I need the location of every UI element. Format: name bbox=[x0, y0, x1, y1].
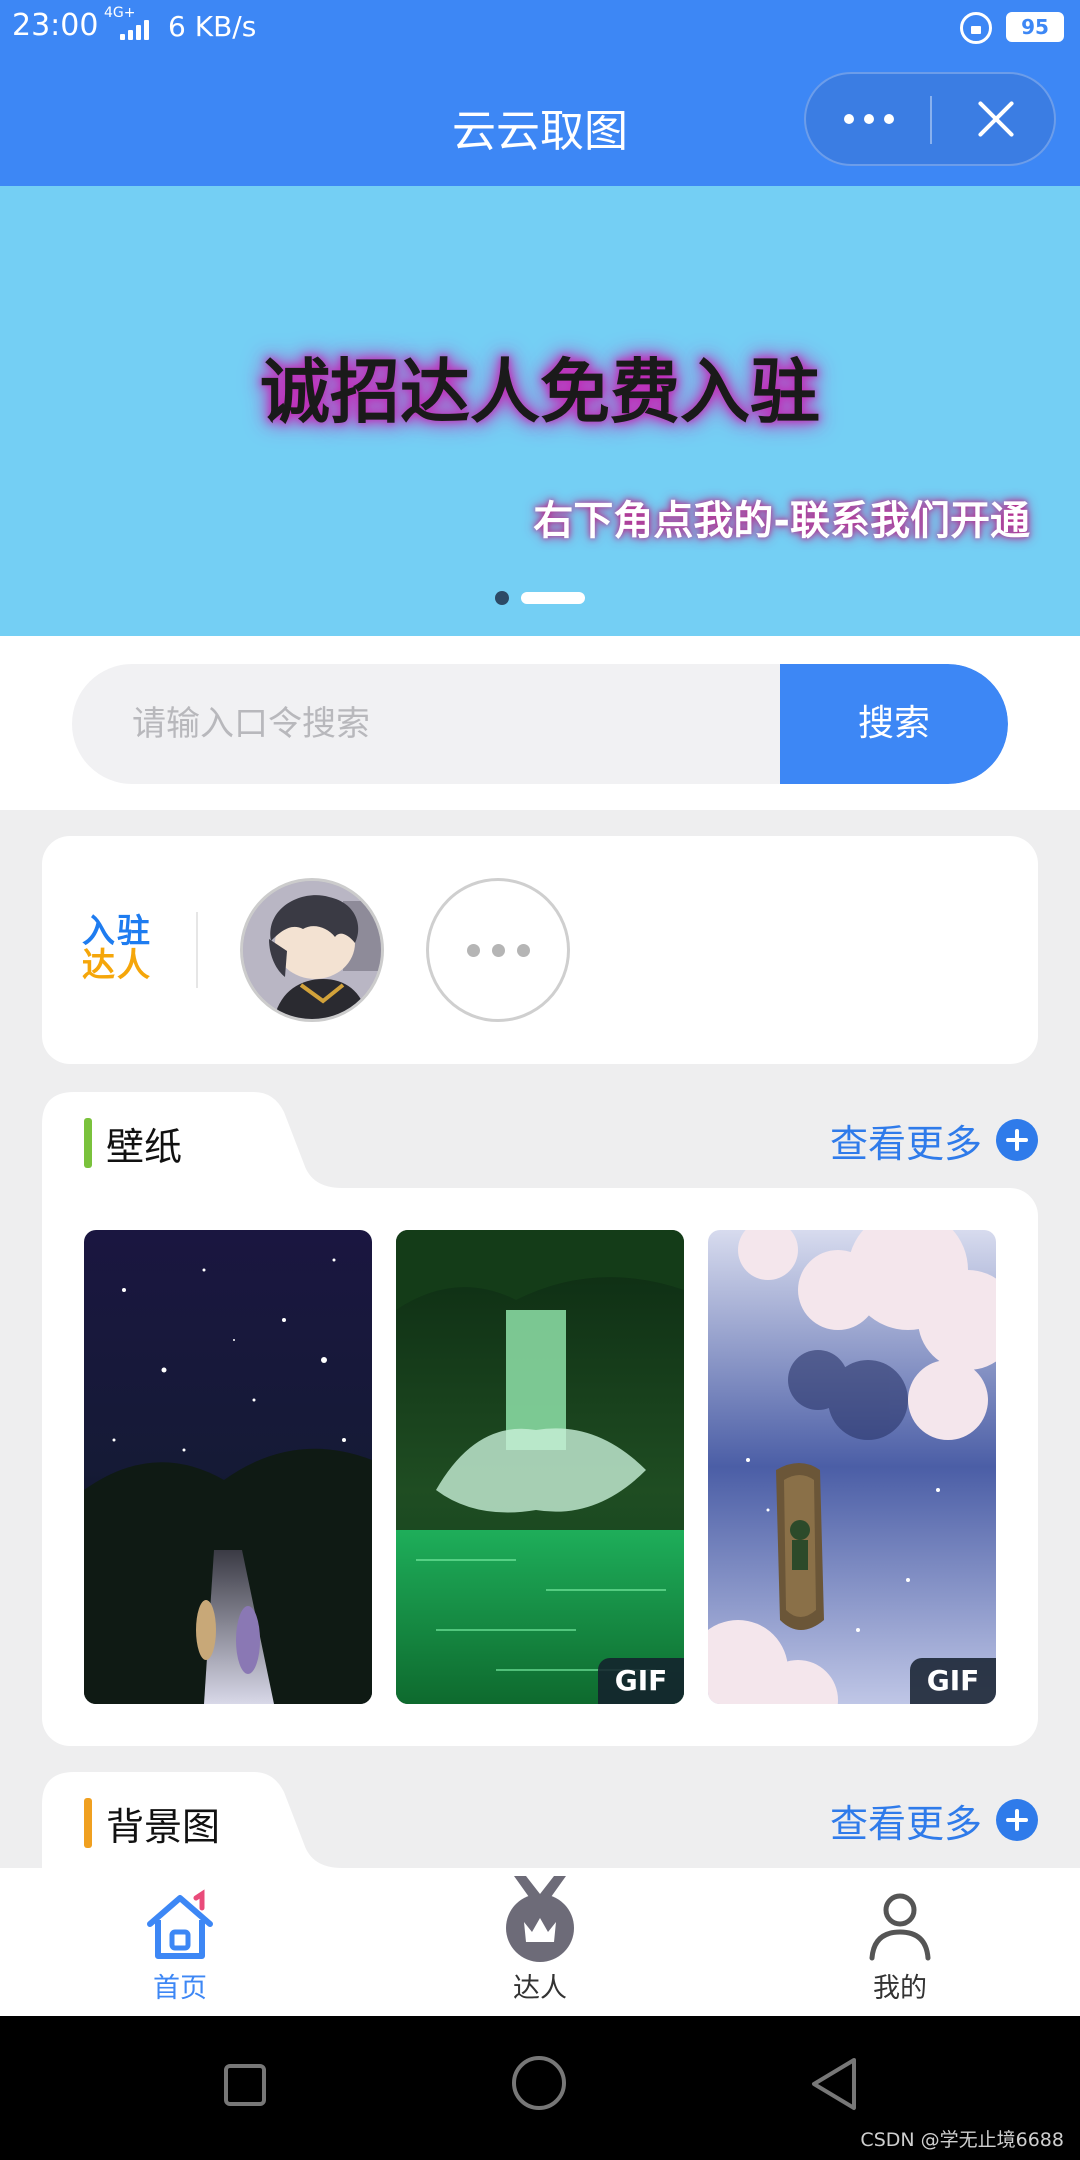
tab-label: 首页 bbox=[153, 1973, 207, 2004]
signal-icon bbox=[120, 18, 160, 40]
expert-avatar[interactable] bbox=[240, 878, 384, 1022]
miniprogram-capsule bbox=[804, 72, 1056, 166]
gif-badge: GIF bbox=[598, 1658, 684, 1704]
system-navigation: CSDN @学无止境6688 bbox=[0, 2016, 1080, 2160]
tab-mine[interactable]: 我的 bbox=[810, 1868, 990, 2016]
search-button[interactable]: 搜索 bbox=[780, 664, 1008, 784]
see-more-label: 查看更多 bbox=[829, 1121, 982, 1166]
status-bar: 23:00 4G+ 6 KB/s 95 bbox=[0, 0, 1080, 56]
close-icon[interactable] bbox=[932, 74, 1058, 164]
search-input[interactable] bbox=[72, 664, 780, 784]
tab-label: 达人 bbox=[513, 1973, 567, 2004]
banner-carousel[interactable]: 诚招达人免费入驻 右下角点我的-联系我们开通 bbox=[0, 186, 1080, 636]
status-time: 23:00 bbox=[12, 8, 99, 43]
top-bar: 23:00 4G+ 6 KB/s 95 云云取图 bbox=[0, 0, 1080, 186]
gif-badge: GIF bbox=[910, 1658, 996, 1704]
wallpaper-thumb[interactable] bbox=[84, 1230, 372, 1704]
bottom-tabbar: 首页 达人 我的 bbox=[0, 1868, 1080, 2016]
more-experts-button[interactable] bbox=[426, 878, 570, 1022]
recents-icon[interactable] bbox=[224, 2064, 266, 2106]
tab-experts[interactable]: 达人 bbox=[450, 1868, 630, 2016]
section-accent bbox=[84, 1118, 92, 1168]
home-icon bbox=[147, 1889, 213, 1959]
search-area: 搜索 bbox=[0, 636, 1080, 810]
content-scroll[interactable]: 入驻 达人 壁纸 查看更多 GIF GIF 背景图 查看更多 bbox=[0, 810, 1080, 1868]
rotation-lock-icon bbox=[960, 12, 992, 44]
network-speed: 6 KB/s bbox=[168, 10, 257, 43]
plus-icon bbox=[996, 1799, 1038, 1841]
background-section: 背景图 查看更多 bbox=[42, 1772, 1038, 1868]
banner-subline: 右下角点我的-联系我们开通 bbox=[533, 498, 1030, 544]
indicator-dot[interactable] bbox=[495, 591, 509, 605]
plus-icon bbox=[996, 1119, 1038, 1161]
search-box: 搜索 bbox=[72, 664, 1008, 784]
more-icon[interactable] bbox=[806, 74, 932, 164]
section-title: 背景图 bbox=[106, 1805, 221, 1849]
medal-crown-icon bbox=[506, 1876, 574, 1962]
section-body: GIF GIF bbox=[42, 1188, 1038, 1746]
experts-divider bbox=[196, 912, 198, 988]
indicator-dot-active[interactable] bbox=[521, 592, 585, 604]
tab-home[interactable]: 首页 bbox=[90, 1868, 270, 2016]
home-circle-icon[interactable] bbox=[512, 2056, 566, 2110]
wallpaper-section: 壁纸 查看更多 GIF GIF bbox=[42, 1092, 1038, 1746]
battery-icon: 95 bbox=[1006, 12, 1064, 42]
banner-headline: 诚招达人免费入驻 bbox=[260, 351, 820, 433]
see-more-button[interactable]: 查看更多 bbox=[830, 1112, 1038, 1168]
user-icon bbox=[869, 1893, 931, 1961]
see-more-label: 查看更多 bbox=[829, 1801, 982, 1846]
wallpaper-thumb[interactable]: GIF bbox=[708, 1230, 996, 1704]
logo-line-2: 达人 bbox=[82, 945, 152, 984]
section-title: 壁纸 bbox=[106, 1125, 183, 1169]
logo-line-1: 入驻 bbox=[82, 911, 152, 950]
section-accent bbox=[84, 1798, 92, 1848]
tab-label: 我的 bbox=[873, 1973, 927, 2004]
wallpaper-thumb[interactable]: GIF bbox=[396, 1230, 684, 1704]
join-experts-logo[interactable]: 入驻 达人 bbox=[82, 914, 182, 982]
back-triangle-icon[interactable] bbox=[808, 2056, 860, 2112]
watermark: CSDN @学无止境6688 bbox=[860, 2129, 1064, 2151]
experts-card: 入驻 达人 bbox=[42, 836, 1038, 1064]
see-more-button[interactable]: 查看更多 bbox=[830, 1792, 1038, 1848]
